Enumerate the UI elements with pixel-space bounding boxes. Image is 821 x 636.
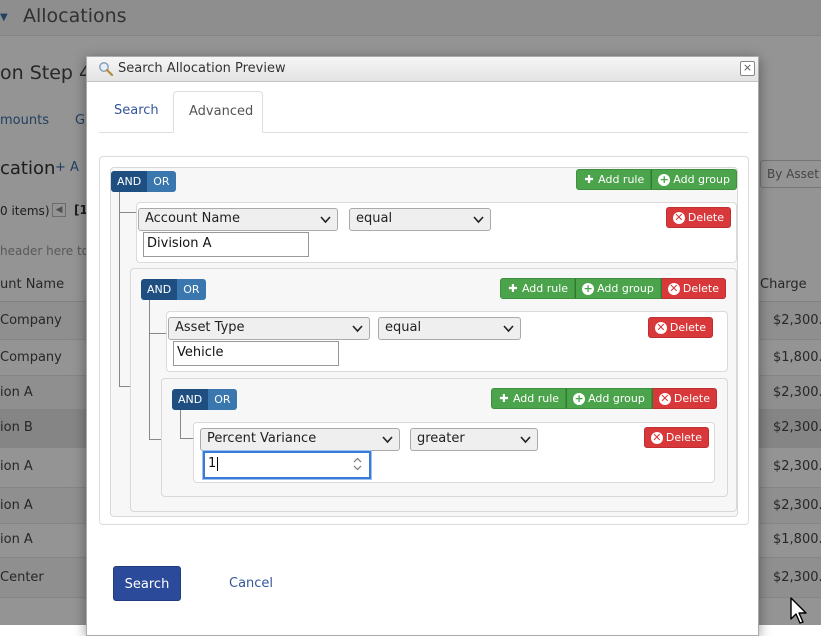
operator-select[interactable]: equal — [349, 208, 491, 231]
dialog-titlebar[interactable]: Search Allocation Preview × — [87, 57, 758, 82]
delete-rule-button[interactable]: ✕ Delete — [665, 207, 731, 228]
or-button[interactable]: OR — [208, 389, 237, 410]
or-button[interactable]: OR — [177, 279, 206, 300]
chevron-down-icon — [473, 216, 484, 224]
add-rule-button[interactable]: ✚ Add rule — [576, 169, 652, 190]
value-input[interactable]: Division A — [143, 232, 309, 257]
query-builder: AND OR ✚ Add rule + Add group Account Name… — [99, 156, 749, 525]
delete-label: Delete — [669, 321, 706, 334]
magnifier-icon — [99, 62, 114, 77]
add-group-button[interactable]: + Add group — [566, 388, 652, 409]
plus-circle-icon: + — [573, 391, 586, 405]
field-select-value: Asset Type — [175, 320, 245, 335]
add-group-label: Add group — [673, 173, 730, 186]
operator-select[interactable]: equal — [378, 317, 521, 340]
plus-icon: ✚ — [508, 281, 518, 295]
rule-asset-type: Asset Type equal Vehicle ✕ Delete — [166, 311, 728, 372]
group-actions: ✚ Add rule + Add group ✕ Delete — [490, 388, 717, 409]
close-icon: ✕ — [672, 210, 685, 224]
and-button[interactable]: AND — [111, 171, 148, 192]
delete-rule-button[interactable]: ✕ Delete — [647, 317, 713, 338]
add-group-button[interactable]: + Add group — [651, 169, 737, 190]
delete-label: Delete — [682, 282, 719, 295]
add-rule-label: Add rule — [598, 173, 645, 186]
add-group-label: Add group — [597, 282, 654, 295]
and-or-toggle: AND OR — [141, 279, 206, 300]
and-or-toggle: AND OR — [111, 171, 176, 192]
operator-select-value: equal — [356, 211, 393, 226]
close-icon: ✕ — [650, 430, 663, 444]
text-caret — [217, 456, 219, 471]
or-button[interactable]: OR — [147, 171, 176, 192]
close-icon[interactable]: × — [740, 61, 755, 76]
group-actions: ✚ Add rule + Add group — [576, 169, 737, 190]
delete-label: Delete — [665, 431, 702, 444]
tree-connector — [180, 410, 194, 439]
rule-group-nested: AND OR ✚ Add rule + Add group ✕ Delete Asse… — [130, 268, 737, 512]
field-select-value: Percent Variance — [207, 431, 317, 446]
and-button[interactable]: AND — [141, 279, 178, 300]
close-icon: ✕ — [667, 281, 680, 295]
plus-icon: ✚ — [584, 172, 594, 186]
rule-percent-variance: Percent Variance greater 1 ✕ Delete — [193, 422, 715, 483]
delete-rule-button[interactable]: ✕ Delete — [643, 427, 709, 448]
rule-account-name: Account Name equal Division A ✕ Delete — [136, 202, 737, 263]
add-group-button[interactable]: + Add group — [575, 278, 661, 299]
field-select[interactable]: Account Name — [138, 208, 338, 231]
delete-label: Delete — [673, 392, 710, 405]
operator-select[interactable]: greater — [410, 428, 538, 451]
add-rule-button[interactable]: ✚ Add rule — [490, 388, 567, 409]
plus-icon: ✚ — [499, 391, 509, 405]
field-select-value: Account Name — [145, 211, 240, 226]
value-input[interactable]: Vehicle — [173, 341, 339, 366]
mouse-pointer-icon — [790, 597, 807, 624]
delete-group-button[interactable]: ✕ Delete — [660, 278, 726, 299]
tab-advanced[interactable]: Advanced — [173, 91, 263, 133]
field-select[interactable]: Percent Variance — [200, 428, 400, 451]
delete-group-button[interactable]: ✕ Delete — [651, 388, 717, 409]
close-icon: ✕ — [658, 391, 671, 405]
tab-search[interactable]: Search — [99, 91, 174, 132]
value-text: 1 — [208, 456, 217, 471]
add-rule-button[interactable]: ✚ Add rule — [499, 278, 576, 299]
chevron-down-icon — [382, 436, 393, 444]
add-group-label: Add group — [588, 392, 645, 405]
dialog-title: Search Allocation Preview — [118, 61, 286, 76]
and-button[interactable]: AND — [172, 389, 209, 410]
operator-select-value: greater — [417, 431, 465, 446]
close-icon: ✕ — [654, 320, 667, 334]
chevron-down-icon — [352, 325, 363, 333]
add-rule-label: Add rule — [512, 392, 560, 405]
plus-circle-icon: + — [582, 281, 595, 295]
value-number-input[interactable]: 1 — [203, 451, 371, 479]
group-actions: ✚ Add rule + Add group ✕ Delete — [499, 278, 726, 299]
dialog-tabs: Search Advanced — [99, 91, 748, 133]
cancel-link[interactable]: Cancel — [229, 566, 273, 601]
chevron-down-icon — [503, 325, 514, 333]
search-button[interactable]: Search — [113, 566, 181, 601]
rule-group-nested-2: AND OR ✚ Add rule + Add group ✕ Delete Perc… — [161, 378, 728, 497]
field-select[interactable]: Asset Type — [168, 317, 370, 340]
and-or-toggle: AND OR — [172, 389, 237, 410]
chevron-down-icon — [520, 436, 531, 444]
add-rule-label: Add rule — [521, 282, 569, 295]
operator-select-value: equal — [385, 320, 422, 335]
plus-circle-icon: + — [658, 172, 671, 186]
search-dialog: Search Allocation Preview × Search Advan… — [86, 56, 759, 636]
delete-label: Delete — [687, 211, 724, 224]
spinner-arrows-icon[interactable] — [352, 456, 363, 472]
rule-group-root: AND OR ✚ Add rule + Add group Account Name… — [110, 167, 738, 517]
chevron-down-icon — [320, 216, 331, 224]
